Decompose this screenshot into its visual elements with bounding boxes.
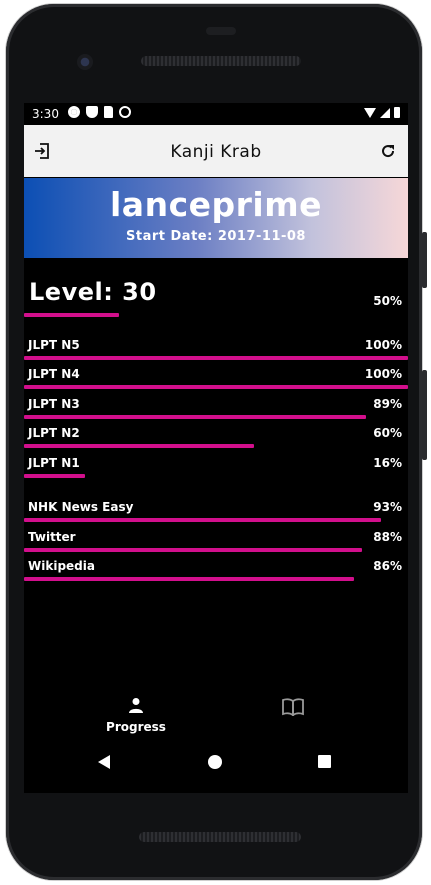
app-toolbar: Kanji Krab (24, 125, 408, 177)
top-earpiece-notch (206, 27, 236, 35)
level-percent: 50% (373, 294, 402, 308)
jlpt-n3-progress-bar (24, 415, 408, 419)
app-title: Kanji Krab (170, 142, 262, 162)
sd-card-icon (104, 106, 113, 118)
status-bar: 3:30 (24, 103, 408, 125)
source-twitter-progress-fill (24, 548, 362, 552)
top-speaker-grille (141, 56, 301, 66)
jlpt-n3-percent: 89% (373, 397, 402, 411)
shield-icon (86, 106, 98, 118)
start-date: Start Date: 2017-11-08 (126, 229, 306, 244)
jlpt-n1-label: JLPT N1 (28, 456, 80, 470)
jlpt-n4-label: JLPT N4 (28, 367, 80, 381)
jlpt-n2-progress-bar (24, 444, 408, 448)
jlpt-n2-percent: 60% (373, 426, 402, 440)
source-twitter-progress-bar (24, 548, 408, 552)
jlpt-n4-percent: 100% (364, 367, 402, 381)
jlpt-n5-progress-fill (24, 356, 408, 360)
source-wikipedia-progress-bar (24, 577, 408, 581)
level-label: Level: 30 (29, 278, 157, 306)
nav-item-progress[interactable]: Progress (96, 693, 176, 741)
level-progress-bar (24, 313, 408, 317)
jlpt-n4-progress-fill (24, 385, 408, 389)
source-nhk-percent: 93% (373, 500, 402, 514)
refresh-icon[interactable] (379, 142, 397, 160)
jlpt-n1-progress-fill (24, 474, 85, 478)
source-twitter-label: Twitter (28, 530, 76, 544)
jlpt-n3-label: JLPT N3 (28, 397, 80, 411)
front-camera (77, 54, 93, 70)
app-screen: 3:30 Kanji Krab lanceprime Start Date: 2… (24, 103, 408, 793)
bottom-speaker-grille (139, 832, 301, 842)
status-time: 3:30 (32, 107, 59, 121)
wifi-icon (364, 107, 376, 118)
user-banner: lanceprime Start Date: 2017-11-08 (24, 178, 408, 258)
jlpt-n4-progress-bar (24, 385, 408, 389)
bottom-navigation: Progress (24, 691, 408, 747)
source-wikipedia-label: Wikipedia (28, 559, 95, 573)
jlpt-n1-progress-bar (24, 474, 408, 478)
source-nhk-progress-fill (24, 518, 381, 522)
power-button (422, 232, 427, 288)
source-twitter-percent: 88% (373, 530, 402, 544)
status-left-icons (68, 106, 131, 118)
jlpt-n1-percent: 16% (373, 456, 402, 470)
battery-icon (394, 107, 400, 118)
jlpt-n2-progress-fill (24, 444, 254, 448)
recents-button[interactable] (318, 755, 331, 768)
signal-icon (380, 107, 390, 118)
jlpt-n3-progress-fill (24, 415, 366, 419)
jlpt-n2-label: JLPT N2 (28, 426, 80, 440)
system-navigation-bar (24, 751, 408, 773)
source-nhk-label: NHK News Easy (28, 500, 134, 514)
gear-icon (68, 106, 80, 118)
jlpt-n5-percent: 100% (364, 338, 402, 352)
source-nhk-progress-bar (24, 518, 408, 522)
home-button[interactable] (208, 755, 222, 769)
status-right-icons (364, 107, 400, 118)
level-progress-fill (24, 313, 119, 317)
jlpt-n5-progress-bar (24, 356, 408, 360)
jlpt-n5-label: JLPT N5 (28, 338, 80, 352)
volume-button (422, 370, 427, 460)
person-icon (129, 698, 143, 713)
source-wikipedia-percent: 86% (373, 559, 402, 573)
back-button[interactable] (98, 755, 110, 769)
sync-icon (119, 106, 131, 118)
username: lanceprime (110, 185, 322, 224)
source-wikipedia-progress-fill (24, 577, 354, 581)
book-icon[interactable] (282, 698, 304, 716)
nav-item-progress-label: Progress (106, 720, 166, 734)
